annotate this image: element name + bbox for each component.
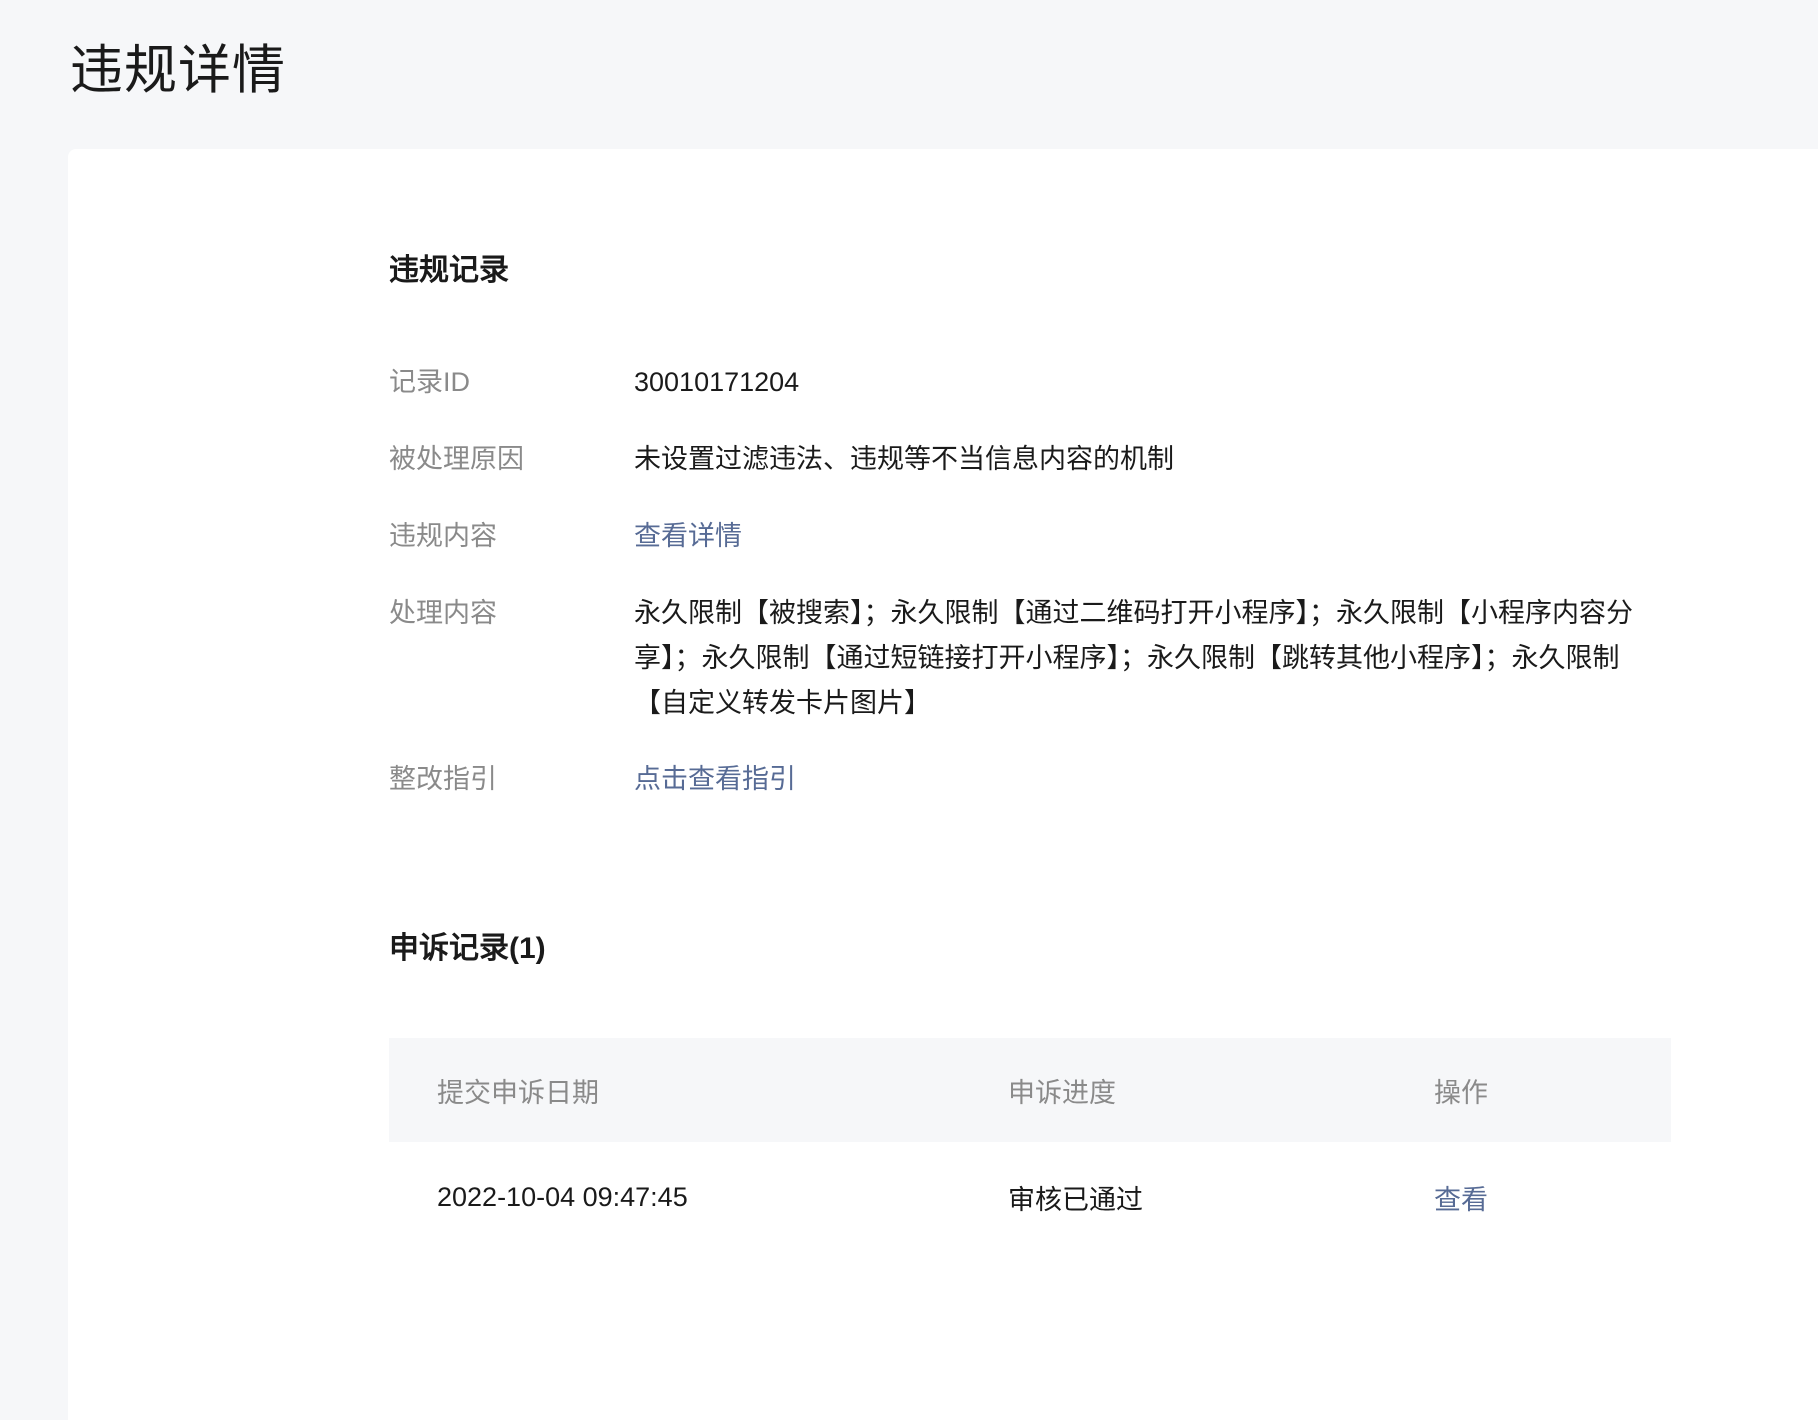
reason-row: 被处理原因 未设置过滤违法、违规等不当信息内容的机制 xyxy=(389,437,1671,482)
appeal-progress: 审核已通过 xyxy=(1008,1184,1143,1215)
content-card: 违规记录 记录ID 30010171204 被处理原因 未设置过滤违法、违规等不… xyxy=(68,149,1818,1420)
guide-row: 整改指引 点击查看指引 xyxy=(389,757,1671,802)
guide-label: 整改指引 xyxy=(389,764,497,794)
handling-value: 永久限制【被搜索】；永久限制【通过二维码打开小程序】；永久限制【小程序内容分享】… xyxy=(634,598,1633,718)
reason-label: 被处理原因 xyxy=(389,444,524,474)
appeal-date: 2022-10-04 09:47:45 xyxy=(437,1181,688,1212)
appeal-table: 提交申诉日期 申诉进度 操作 2022-10-04 09:47:45 审核已通过… xyxy=(389,1038,1671,1252)
reason-value: 未设置过滤违法、违规等不当信息内容的机制 xyxy=(634,444,1174,474)
violation-section-title: 违规记录 xyxy=(389,254,509,287)
header-action: 操作 xyxy=(1434,1077,1488,1108)
view-guide-link[interactable]: 点击查看指引 xyxy=(634,764,796,794)
header-progress: 申诉进度 xyxy=(1008,1077,1116,1108)
record-id-label: 记录ID xyxy=(389,367,470,397)
handling-row: 处理内容 永久限制【被搜索】；永久限制【通过二维码打开小程序】；永久限制【小程序… xyxy=(389,591,1671,726)
page-title: 违规详情 xyxy=(70,41,286,100)
handling-label: 处理内容 xyxy=(389,598,497,628)
view-details-link[interactable]: 查看详情 xyxy=(634,521,742,551)
appeal-table-header: 提交申诉日期 申诉进度 操作 xyxy=(389,1038,1671,1142)
record-id-row: 记录ID 30010171204 xyxy=(389,360,1671,405)
appeal-section-title: 申诉记录(1) xyxy=(389,932,546,965)
violation-content-row: 违规内容 查看详情 xyxy=(389,514,1671,559)
record-id-value: 30010171204 xyxy=(634,367,800,397)
violation-content-label: 违规内容 xyxy=(389,521,497,551)
view-appeal-link[interactable]: 查看 xyxy=(1434,1178,1488,1217)
header-date: 提交申诉日期 xyxy=(437,1077,599,1108)
table-row: 2022-10-04 09:47:45 审核已通过 查看 xyxy=(389,1142,1671,1252)
